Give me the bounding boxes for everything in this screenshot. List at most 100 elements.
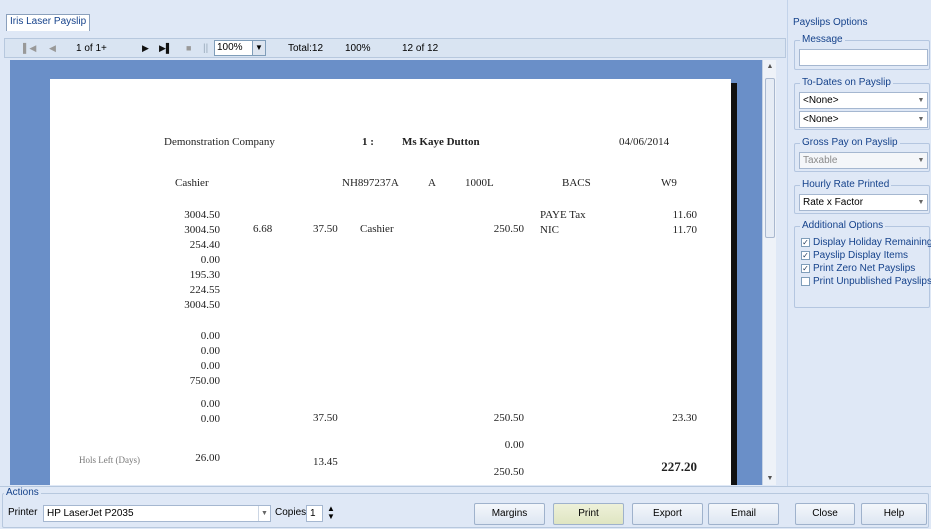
payment-description: Cashier: [360, 223, 394, 235]
ni-letter: A: [428, 177, 436, 189]
message-input[interactable]: [799, 49, 928, 66]
total-count: Total:12: [288, 43, 324, 54]
total-hours: 37.50: [313, 412, 338, 424]
scroll-down-icon[interactable]: ▼: [763, 475, 776, 482]
gross-pay-group: Gross Pay on Payslip Taxable ▼: [794, 137, 930, 172]
deduction-value: 11.60: [672, 209, 697, 221]
previous-page-icon[interactable]: ◀: [49, 41, 56, 56]
checkbox-label: Print Zero Net Payslips: [813, 263, 916, 274]
year-to-date-values: 0.00 0.00 0.00 750.00: [160, 329, 220, 389]
hourly-rate-select-value: Rate x Factor: [803, 197, 864, 208]
checkbox-icon: ✓: [801, 263, 810, 273]
copies-label: Copies: [275, 507, 307, 518]
checkbox-label: Print Unpublished Payslips: [813, 276, 931, 287]
page-info: 1 of 1+: [76, 43, 107, 54]
zoom-select[interactable]: 100% ▼: [214, 40, 266, 56]
deduction-values: 11.60 11.70: [640, 208, 697, 238]
checkbox-display-holiday-remaining[interactable]: ✓ Display Holiday Remaining: [801, 237, 931, 248]
ni-number: NH897237A: [342, 177, 399, 189]
payslip-viewer[interactable]: Demonstration Company 1 : Ms Kaye Dutton…: [10, 60, 776, 485]
chevron-down-icon: ▼: [917, 97, 925, 104]
export-button[interactable]: Export: [632, 503, 703, 525]
chevron-down-icon: ▼: [258, 506, 270, 521]
checkbox-print-unpublished-payslips[interactable]: Print Unpublished Payslips: [801, 276, 931, 287]
margins-button[interactable]: Margins: [474, 503, 545, 525]
printer-select[interactable]: HP LaserJet P2035 ▼: [43, 505, 271, 522]
cumulative-value: 224.55: [189, 284, 220, 296]
hours: 37.50: [313, 223, 338, 235]
payslip-options-panel: Payslips Options Message To-Dates on Pay…: [787, 0, 931, 486]
employee-number: 1 :: [362, 136, 374, 148]
other-value: 0.00: [200, 398, 220, 410]
company-name: Demonstration Company: [164, 136, 275, 148]
copies-stepper-icon[interactable]: ▲ ▼: [327, 505, 335, 521]
first-page-icon[interactable]: ▌◀: [23, 41, 36, 56]
pay-method: BACS: [562, 177, 591, 189]
actions-title: Actions: [4, 487, 41, 498]
gross-pay: 250.50: [493, 466, 524, 478]
checkbox-icon: ✓: [801, 250, 810, 260]
print-button[interactable]: Print: [553, 503, 624, 525]
options-title: Payslips Options: [793, 17, 868, 28]
pay-period: W9: [661, 177, 677, 189]
total-payments: 250.50: [493, 412, 524, 424]
hourly-rate-select[interactable]: Rate x Factor ▼: [799, 194, 928, 211]
checkbox-payslip-display-items[interactable]: ✓ Payslip Display Items: [801, 250, 908, 261]
payslip-date: 04/06/2014: [619, 136, 670, 148]
vertical-scrollbar[interactable]: ▲ ▼: [762, 60, 776, 485]
cumulative-values: 3004.50 3004.50 254.40 0.00 195.30 224.5…: [160, 208, 220, 313]
chevron-down-icon: ▼: [917, 116, 925, 123]
cumulative-value: 3004.50: [184, 224, 220, 236]
todates-group-title: To-Dates on Payslip: [800, 77, 893, 88]
zoom-percent: 100%: [345, 43, 371, 54]
extra-amount: 0.00: [504, 439, 524, 451]
message-group-title: Message: [800, 34, 845, 45]
gross-pay-group-title: Gross Pay on Payslip: [800, 137, 900, 148]
tab-iris-laser-payslip[interactable]: Iris Laser Payslip: [6, 14, 91, 31]
employee-name: Ms Kaye Dutton: [402, 136, 480, 148]
close-button[interactable]: Close: [795, 503, 855, 525]
cumulative-value: 3004.50: [184, 209, 220, 221]
record-count: 12 of 12: [402, 43, 439, 54]
total-deductions: 23.30: [672, 412, 697, 424]
preview-toolbar: ▌◀ ◀ 1 of 1+ ▶ ▶▌ ■ || 100% ▼ Total:12 1…: [4, 38, 786, 58]
cumulative-value: 3004.50: [184, 299, 220, 311]
chevron-down-icon: ▼: [917, 157, 925, 164]
todates-group: To-Dates on Payslip <None> ▼ <None> ▼: [794, 77, 930, 130]
ytd-value: 0.00: [200, 330, 220, 342]
stop-icon[interactable]: ■: [186, 41, 191, 56]
chevron-down-icon: ▼: [917, 199, 925, 206]
actions-bar: Actions Printer HP LaserJet P2035 ▼ Copi…: [0, 486, 931, 529]
hourly-rate-group-title: Hourly Rate Printed: [800, 179, 892, 190]
other-value: 0.00: [200, 413, 220, 425]
todates-select-1-value: <None>: [803, 95, 839, 106]
help-button[interactable]: Help: [861, 503, 927, 525]
deduction-value: 11.70: [672, 224, 697, 236]
cumulative-value: 195.30: [189, 269, 220, 281]
last-page-icon[interactable]: ▶▌: [159, 41, 172, 56]
todates-select-2[interactable]: <None> ▼: [799, 111, 928, 128]
copies-input[interactable]: 1: [306, 505, 323, 522]
checkbox-label: Display Holiday Remaining: [813, 237, 931, 248]
hols-left-value: 26.00: [195, 452, 220, 464]
gross-pay-select-value: Taxable: [803, 155, 838, 166]
todates-select-1[interactable]: <None> ▼: [799, 92, 928, 109]
toolbar-separator: ||: [203, 43, 209, 54]
printer-select-value: HP LaserJet P2035: [47, 508, 134, 519]
next-page-icon[interactable]: ▶: [142, 41, 149, 56]
other-values: 0.00 0.00: [160, 397, 220, 427]
scroll-up-icon[interactable]: ▲: [763, 63, 776, 70]
net-pay: 227.20: [661, 459, 697, 474]
todates-select-2-value: <None>: [803, 114, 839, 125]
payment-amount: 250.50: [493, 223, 524, 235]
deduction-labels: PAYE Tax NIC: [540, 208, 586, 238]
gross-pay-select[interactable]: Taxable ▼: [799, 152, 928, 169]
scrollbar-thumb[interactable]: [765, 78, 775, 238]
additional-options-title: Additional Options: [800, 220, 886, 231]
cumulative-value: 0.00: [200, 254, 220, 266]
hourly-rate-group: Hourly Rate Printed Rate x Factor ▼: [794, 179, 930, 214]
checkbox-print-zero-net-payslips[interactable]: ✓ Print Zero Net Payslips: [801, 263, 915, 274]
email-button[interactable]: Email: [708, 503, 779, 525]
hols-left-label: Hols Left (Days): [79, 455, 140, 465]
tax-code: 1000L: [465, 177, 494, 189]
